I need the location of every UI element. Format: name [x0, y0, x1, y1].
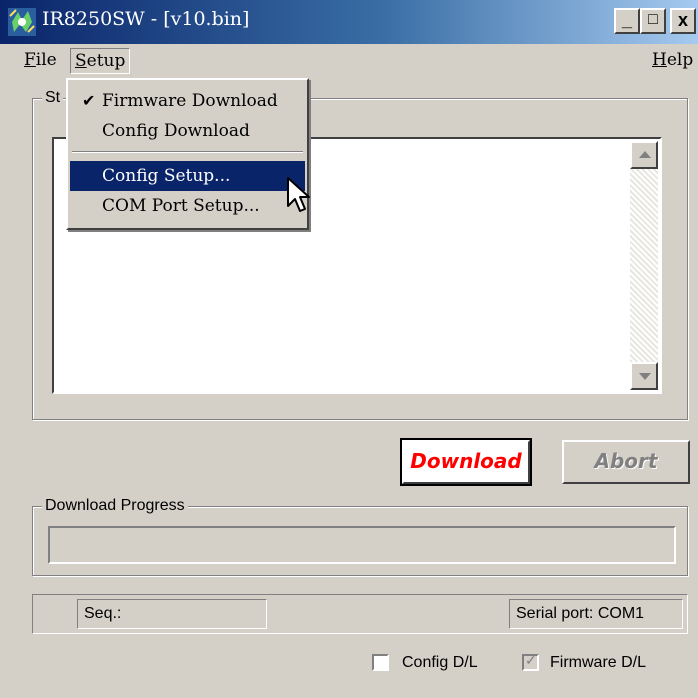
- status-scrollbar[interactable]: [630, 141, 658, 390]
- serial-port-label: Serial port: COM1: [516, 605, 645, 622]
- close-icon: x: [677, 10, 688, 30]
- scroll-up-icon: [639, 151, 651, 158]
- scroll-up-button[interactable]: [630, 141, 658, 169]
- menu-bar: File Setup Help: [0, 44, 698, 78]
- menu-item-label: COM Port Setup...: [102, 196, 260, 216]
- menu-item-config-download[interactable]: Config Download: [70, 116, 305, 146]
- menu-item-label: Config Download: [102, 121, 250, 141]
- menu-help[interactable]: Help: [648, 48, 697, 72]
- status-group-label: St: [42, 89, 64, 107]
- mouse-cursor-icon: [287, 177, 310, 212]
- config-dl-checkbox[interactable]: [372, 654, 389, 671]
- menu-setup[interactable]: Setup: [70, 48, 131, 74]
- checkmark-icon: ✔: [82, 91, 96, 110]
- close-button[interactable]: x: [670, 8, 696, 34]
- menu-item-label: Config Setup...: [102, 166, 231, 186]
- firmware-dl-label[interactable]: Firmware D/L: [550, 654, 646, 672]
- serial-port-panel: Serial port: COM1: [509, 599, 683, 629]
- menu-item-com-port-setup[interactable]: COM Port Setup...: [70, 191, 305, 221]
- minimize-icon: _: [621, 10, 632, 30]
- firmware-dl-checkbox[interactable]: ✓: [522, 652, 539, 671]
- config-dl-label[interactable]: Config D/L: [402, 654, 478, 672]
- menu-item-config-setup[interactable]: Config Setup...: [70, 161, 305, 191]
- scroll-down-icon: [639, 373, 651, 380]
- download-progress-bar: [48, 526, 676, 564]
- menu-file[interactable]: File: [20, 48, 61, 72]
- seq-panel: Seq.:: [77, 599, 267, 629]
- download-button[interactable]: Download: [400, 438, 532, 486]
- abort-button[interactable]: Abort: [562, 440, 690, 484]
- menu-item-label: Firmware Download: [102, 91, 278, 111]
- scroll-down-button[interactable]: [630, 362, 658, 390]
- app-window: IR8250SW - [v10.bin] _ □ x File Setup He…: [0, 0, 698, 698]
- window-title: IR8250SW - [v10.bin]: [42, 8, 250, 30]
- progress-group-label: Download Progress: [42, 497, 188, 515]
- maximize-icon: □: [648, 11, 658, 28]
- menu-separator: [72, 151, 303, 153]
- minimize-button[interactable]: _: [614, 8, 640, 34]
- title-bar[interactable]: IR8250SW - [v10.bin] _ □ x: [0, 0, 698, 44]
- setup-dropdown-menu: ✔ Firmware Download Config Download Conf…: [66, 78, 309, 230]
- app-icon: [8, 8, 36, 36]
- seq-label: Seq.:: [84, 605, 122, 622]
- maximize-button[interactable]: □: [640, 8, 666, 34]
- menu-item-firmware-download[interactable]: ✔ Firmware Download: [70, 86, 305, 116]
- checkmark-icon: ✓: [525, 652, 537, 668]
- status-bar: Seq.: Serial port: COM1: [32, 594, 688, 634]
